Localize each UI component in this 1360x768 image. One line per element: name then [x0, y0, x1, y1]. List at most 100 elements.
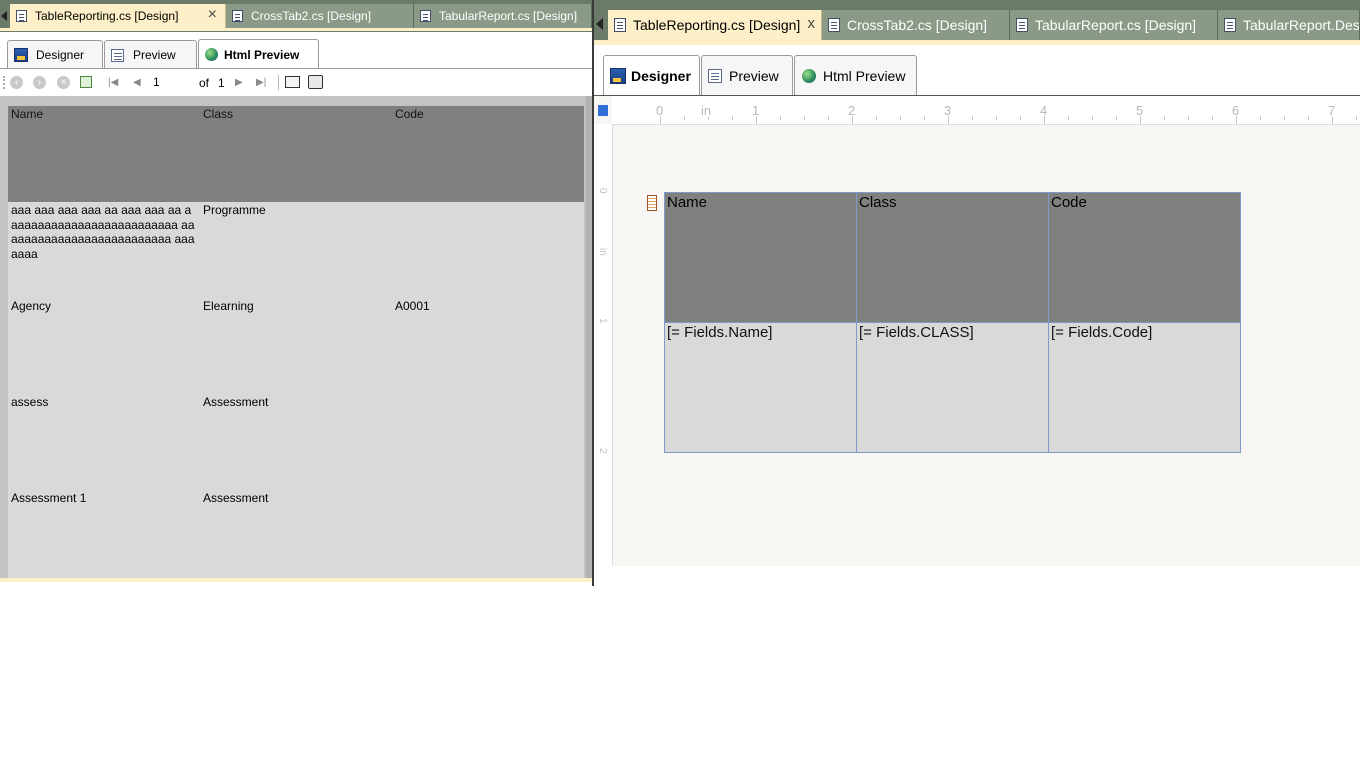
table-cell-class: Elearning	[203, 299, 254, 313]
ruler-tick	[1116, 116, 1117, 120]
doc-tab-label: TableReporting.cs [Design]	[35, 9, 179, 23]
vertical-ruler-label: 0	[597, 188, 608, 194]
preview-table-header	[8, 106, 584, 202]
design-header-cell[interactable]: Name	[664, 192, 857, 323]
left-view-tab-2[interactable]: Html Preview	[198, 39, 319, 69]
last-page-icon[interactable]: ▶|	[256, 78, 266, 88]
preview-icon	[111, 48, 124, 62]
left-doc-tab-2[interactable]: TabularReport.cs [Design]	[414, 4, 592, 28]
left-tabstrip-underline	[0, 28, 592, 31]
ruler-tick	[708, 116, 709, 120]
doc-tab-label: TabularReport.cs [Design]	[1035, 17, 1197, 33]
table-cell-name: aaa aaa aaa aaa aa aaa aaa aa aaaaaaaaaa…	[11, 203, 195, 261]
print-layout-icon[interactable]	[285, 76, 300, 88]
ruler-tick	[996, 116, 997, 120]
back-icon[interactable]: ‹	[10, 76, 23, 89]
doc-tab-label: TabularReport.cs [Design]	[439, 9, 578, 23]
vertical-ruler-label: 2	[597, 448, 608, 454]
designer-canvas: 0 in 1 2 3 4 5 6 7 0 in 1 2 Name Class Code [= Fields.…	[594, 96, 1360, 566]
table-icon[interactable]	[647, 195, 657, 211]
left-view-tab-0[interactable]: Designer	[7, 40, 103, 69]
design-header-cell[interactable]: Code	[1048, 192, 1241, 323]
next-page-icon[interactable]: ▶	[235, 78, 243, 88]
left-view-tab-1[interactable]: Preview	[104, 40, 197, 69]
ruler-tick	[1308, 116, 1309, 120]
left-doc-tab-1[interactable]: CrossTab2.cs [Design]	[226, 4, 414, 28]
total-pages: 1	[218, 76, 225, 90]
design-detail-cell[interactable]: [= Fields.Name]	[664, 322, 857, 453]
right-view-tab-1[interactable]: Preview	[701, 55, 793, 96]
ruler-tick	[780, 116, 781, 120]
design-detail-cell[interactable]: [= Fields.CLASS]	[856, 322, 1049, 453]
right-doc-tab-0[interactable]: TableReporting.cs [Design] x	[608, 10, 822, 40]
ruler-tick	[852, 116, 853, 124]
horizontal-ruler	[612, 96, 1360, 125]
ruler-tick	[972, 116, 973, 120]
of-label: of	[199, 76, 210, 90]
toolbar-separator	[278, 75, 279, 90]
right-doc-tab-1[interactable]: CrossTab2.cs [Design]	[822, 10, 1010, 40]
view-tab-label: Designer	[36, 48, 85, 62]
right-view-tab-0[interactable]: Designer	[603, 55, 700, 96]
document-icon	[232, 10, 243, 22]
design-detail-cell[interactable]: [= Fields.Code]	[1048, 322, 1241, 453]
close-tab-icon[interactable]: ×	[208, 6, 217, 24]
vertical-ruler-label: 1	[597, 318, 608, 324]
stop-icon[interactable]: ×	[57, 76, 70, 89]
ruler-corner-handle[interactable]	[598, 105, 608, 116]
table-cell-code: A0001	[395, 299, 430, 313]
document-icon	[1224, 18, 1236, 32]
vertical-ruler-label: in	[597, 248, 608, 256]
document-icon	[1016, 18, 1028, 32]
refresh-icon[interactable]	[80, 76, 92, 88]
table-cell-name: assess	[11, 395, 49, 409]
ruler-tick	[828, 116, 829, 120]
right-doc-tab-3[interactable]: TabularReport.Designer	[1218, 10, 1360, 40]
ruler-tick	[1356, 116, 1357, 120]
left-doc-tab-0[interactable]: TableReporting.cs [Design] ×	[10, 4, 226, 28]
ruler-tick	[1068, 116, 1069, 120]
ruler-tick	[1260, 116, 1261, 120]
ruler-tick	[1092, 116, 1093, 120]
close-tab-icon[interactable]: x	[808, 15, 816, 32]
table-cell-class: Assessment	[203, 491, 269, 505]
previous-page-icon[interactable]: ◀	[133, 78, 141, 88]
doc-tab-label: CrossTab2.cs [Design]	[251, 9, 372, 23]
toolbar-grip-icon	[3, 76, 7, 89]
first-page-icon[interactable]: |◀	[108, 78, 118, 88]
right-view-tab-2[interactable]: Html Preview	[794, 55, 917, 96]
ruler-tick	[876, 116, 877, 120]
right-tabstrip-underline	[594, 40, 1360, 45]
ruler-tick	[1284, 116, 1285, 120]
document-icon	[614, 18, 626, 32]
design-header-cell[interactable]: Class	[856, 192, 1049, 323]
page-number-input[interactable]: 1	[153, 75, 160, 89]
ruler-tick	[900, 116, 901, 120]
right-doc-tab-2[interactable]: TabularReport.cs [Design]	[1010, 10, 1218, 40]
doc-tab-label: TabularReport.Designer	[1243, 17, 1360, 33]
ruler-tick	[1188, 116, 1189, 120]
right-doc-tabstrip: TableReporting.cs [Design] x CrossTab2.cs …	[608, 10, 1360, 40]
table-cell-class: Programme	[203, 203, 266, 217]
view-tab-label: Html Preview	[224, 47, 300, 62]
view-tab-label: Preview	[133, 48, 176, 62]
view-tab-label: Html Preview	[823, 68, 906, 84]
tab-scroll-left-icon[interactable]	[1, 11, 7, 21]
view-tab-label: Preview	[729, 68, 779, 84]
table-cell-class: Assessment	[203, 395, 269, 409]
right-tab-scroll-left-icon[interactable]	[596, 18, 603, 30]
doc-tab-label: TableReporting.cs [Design]	[633, 17, 801, 33]
globe-icon	[802, 69, 816, 83]
ruler-tick	[948, 116, 949, 124]
forward-icon[interactable]: ›	[33, 76, 46, 89]
view-tab-label: Designer	[631, 68, 691, 84]
html-preview-area: Name Class Code aaa aaa aaa aaa aa aaa aaa …	[0, 96, 592, 578]
designer-icon	[610, 68, 626, 84]
ruler-tick	[1236, 116, 1237, 124]
document-icon	[828, 18, 840, 32]
page-setup-icon[interactable]	[308, 75, 323, 89]
left-doc-tabstrip: TableReporting.cs [Design] × CrossTab2.cs …	[10, 4, 592, 28]
table-cell-name: Agency	[11, 299, 52, 313]
ruler-tick	[756, 116, 757, 124]
preview-column-header: Class	[203, 107, 234, 121]
